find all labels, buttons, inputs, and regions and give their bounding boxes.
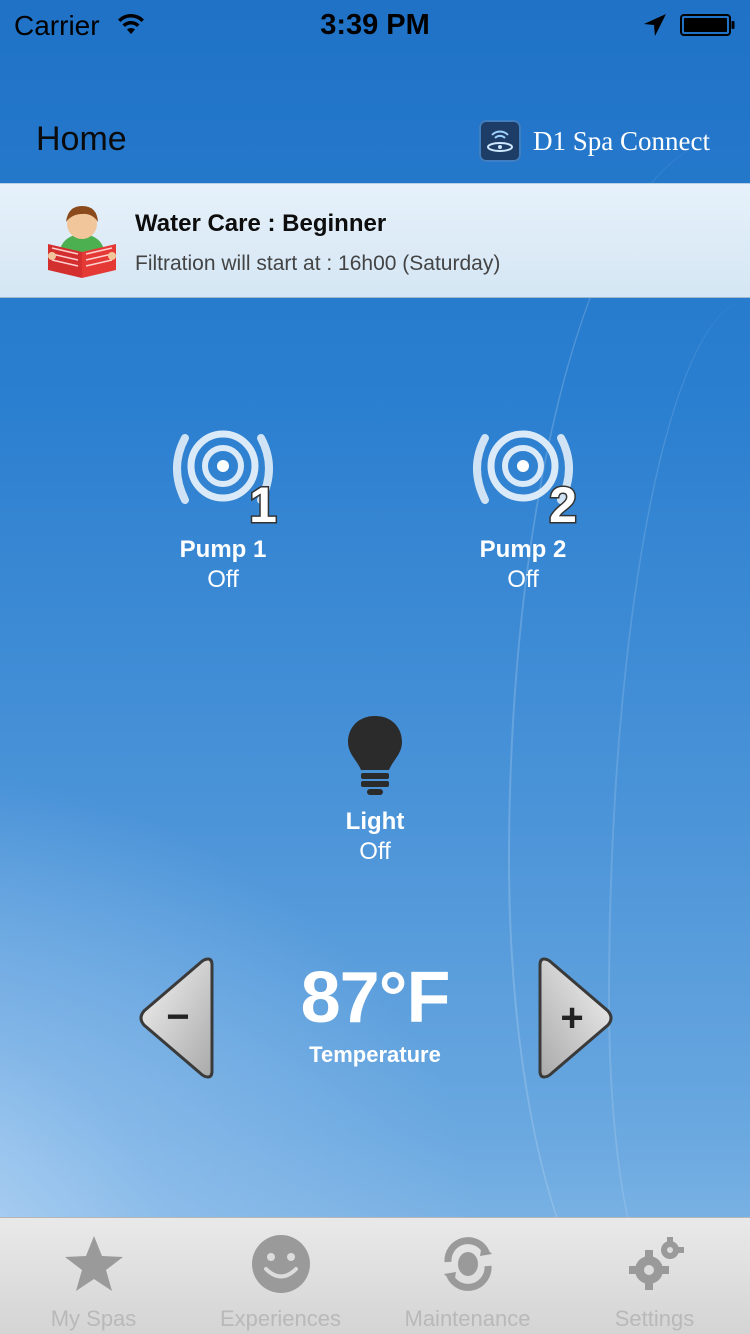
tab-label: Maintenance [404, 1306, 531, 1331]
clock: 3:39 PM [320, 9, 430, 41]
tab-settings[interactable]: Settings [561, 1218, 748, 1334]
nav-header: Home D1 Spa Connect [0, 50, 750, 184]
tab-maintenance[interactable]: Maintenance [374, 1218, 561, 1334]
maintenance-icon [443, 1237, 492, 1291]
pump-1-label: Pump 1 [179, 536, 267, 563]
spa-connect-logo-icon [479, 120, 522, 162]
brand-logo: D1 Spa Connect [479, 120, 710, 162]
water-care-banner[interactable]: Water Care : Beginner Filtration will st… [0, 183, 750, 298]
battery-icon [680, 14, 735, 36]
app-screen: Carrier 3:39 PM Home D1 Spa Connect Wate… [0, 0, 750, 1334]
pump-number: 2 [549, 477, 577, 530]
light-label: Light [345, 808, 405, 835]
location-arrow-icon [644, 14, 666, 36]
decrease-temperature-button[interactable]: − [136, 955, 216, 1081]
page-title: Home [36, 120, 127, 158]
temperature-value: 87°F [300, 958, 451, 1038]
pump-icon: 2 [473, 430, 578, 530]
pump-2-control[interactable]: 2 Pump 2 Off [443, 420, 603, 594]
pump-1-control[interactable]: 1 Pump 1 Off [143, 420, 303, 594]
temperature-display: 87°F Temperature [250, 962, 500, 1068]
tab-bar: My Spas Experiences Maintenance Settings [0, 1217, 750, 1334]
pump-2-label: Pump 2 [479, 536, 567, 563]
tab-label: Experiences [219, 1306, 342, 1331]
increase-temperature-button[interactable]: + [536, 955, 616, 1081]
status-bar: Carrier 3:39 PM [0, 0, 750, 50]
gears-icon [628, 1237, 684, 1290]
smiley-icon [251, 1235, 310, 1293]
light-control[interactable]: Light Off [300, 712, 450, 866]
star-icon [64, 1236, 123, 1291]
minus-symbol: − [166, 995, 189, 1039]
pump-2-state: Off [507, 566, 539, 593]
water-care-title: Water Care : Beginner [135, 210, 387, 237]
pump-1-state: Off [207, 566, 239, 593]
pump-icon: 1 [173, 430, 278, 530]
light-state: Off [359, 838, 391, 865]
light-bulb-icon [348, 716, 402, 795]
tab-my-spas[interactable]: My Spas [0, 1218, 187, 1334]
reading-person-icon [48, 206, 116, 278]
filtration-schedule: Filtration will start at : 16h00 (Saturd… [135, 252, 501, 275]
pump-number: 1 [249, 477, 277, 530]
tab-experiences[interactable]: Experiences [187, 1218, 374, 1334]
temperature-label: Temperature [309, 1042, 441, 1067]
brand-name: D1 Spa Connect [533, 125, 710, 156]
tab-label: Settings [614, 1306, 695, 1331]
tab-label: My Spas [50, 1306, 137, 1331]
plus-symbol: + [560, 996, 583, 1040]
